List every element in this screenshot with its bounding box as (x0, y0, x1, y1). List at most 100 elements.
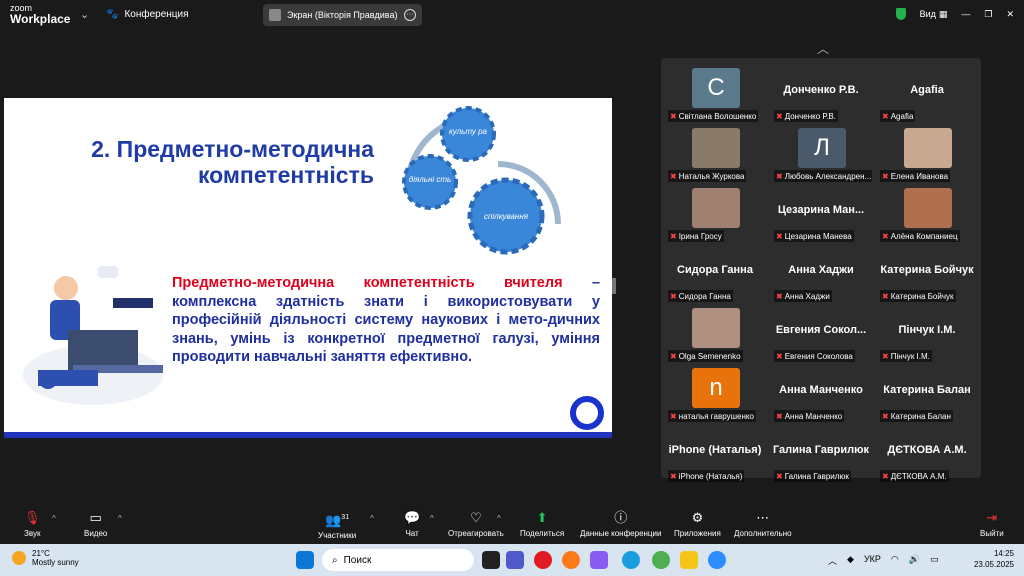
participant-tile[interactable]: Галина Гаврилюк ✖ Галина Гаврилюк (771, 422, 871, 482)
folder-icon[interactable] (680, 551, 698, 569)
participant-name-tag: ✖ Елена Иванова (880, 170, 951, 182)
participant-name: Катерина Бойчук (890, 291, 954, 301)
video-thumbnail (692, 308, 740, 348)
more-icon[interactable]: ··· (404, 9, 416, 21)
participant-tile[interactable]: Сидора Ганна ✖ Сидора Ганна (665, 242, 765, 302)
restore-icon[interactable]: ❐ (984, 9, 992, 20)
chevron-up-icon[interactable]: ︿ (817, 40, 829, 57)
mic-muted-icon: ✖ (776, 291, 783, 301)
copilot-icon[interactable] (590, 551, 608, 569)
participant-tile[interactable]: iPhone (Наталья) ✖ iPhone (Наталья) (665, 422, 765, 482)
screen-title: Экран (Вікторія Правдива) (287, 10, 398, 20)
video-thumbnail (692, 128, 740, 168)
participant-name-tag: ✖ Agafia (880, 110, 916, 122)
chevron-up-icon[interactable]: ^ (52, 514, 56, 523)
weather-widget[interactable]: 21°C Mostly sunny (12, 549, 79, 567)
more-icon: ⋯ (756, 510, 770, 525)
leave-button[interactable]: ⇥ Выйти (980, 510, 1004, 538)
chevron-up-icon[interactable]: ︿ (828, 554, 837, 567)
participant-tile[interactable]: ✖ Алёна Компаниец (877, 182, 977, 242)
tray-app-icon[interactable]: ◆ (847, 554, 854, 567)
participant-name-tag: ✖ Анна Манченко (774, 410, 845, 422)
chrome-icon[interactable] (652, 551, 670, 569)
audio-button[interactable]: 🎙 Звук (24, 510, 41, 538)
chevron-down-icon[interactable]: ⌄ (80, 8, 89, 21)
gear-label-communication: спілкування (484, 212, 529, 221)
clock[interactable]: 14:25 23.05.2025 (974, 548, 1014, 570)
task-view-icon[interactable] (482, 551, 500, 569)
search-label: Поиск (343, 554, 372, 566)
participant-tile[interactable]: ДЄТКОВА А.М. ✖ ДЄТКОВА А.М. (877, 422, 977, 482)
mic-muted-icon: ✖ (882, 231, 889, 241)
participant-tile[interactable]: ✖ Наталья Журкова (665, 122, 765, 182)
participant-name: Донченко Р.В. (784, 111, 836, 121)
opera-icon[interactable] (534, 551, 552, 569)
participant-tile[interactable]: Анна Хаджи ✖ Анна Хаджи (771, 242, 871, 302)
video-label: Видео (84, 529, 108, 538)
participant-tile[interactable]: n ✖ наталья гаврушенко (665, 362, 765, 422)
mic-muted-icon: ✖ (776, 231, 783, 241)
participant-tile[interactable]: Катерина Балан ✖ Катерина Балан (877, 362, 977, 422)
chevron-up-icon[interactable]: ^ (430, 514, 434, 523)
chevron-up-icon[interactable]: ^ (497, 514, 501, 523)
mic-muted-icon: ✖ (776, 111, 783, 121)
more-button[interactable]: ⋯ Дополнительно (734, 510, 792, 538)
video-thumbnail (904, 188, 952, 228)
participant-tile[interactable]: ✖ Olga Semenenko (665, 302, 765, 362)
participant-tile[interactable]: Донченко Р.В. ✖ Донченко Р.В. (771, 62, 871, 122)
participant-name-tag: ✖ Olga Semenenko (668, 350, 743, 362)
participant-name-tag: ✖ Алёна Компаниец (880, 230, 960, 242)
zoom-icon[interactable] (708, 551, 726, 569)
share-button[interactable]: ⬆ Поделиться (520, 510, 564, 538)
participant-name: ДЄТКОВА А.М. (890, 471, 947, 481)
shield-icon[interactable] (895, 8, 906, 20)
brand-big: Workplace (10, 12, 71, 26)
participant-tile[interactable]: Евгения Сокол... ✖ Евгения Соколова (771, 302, 871, 362)
paw-icon: 🐾 (106, 9, 119, 20)
chat-button[interactable]: 💬 Чат (404, 510, 420, 538)
participant-tile[interactable]: Катерина Бойчук ✖ Катерина Бойчук (877, 242, 977, 302)
battery-icon[interactable]: ▭ (930, 554, 939, 567)
participant-tile[interactable]: С ✖ Світлана Волошенко (665, 62, 765, 122)
participant-display-name: Евгения Сокол... (775, 324, 867, 336)
video-button[interactable]: ▭ Видео (84, 510, 107, 538)
firefox-icon[interactable] (562, 551, 580, 569)
exit-icon: ⇥ (986, 510, 998, 525)
screen-share-pill[interactable]: Экран (Вікторія Правдива) ··· (263, 4, 422, 26)
clock-time: 14:25 (993, 549, 1014, 558)
chevron-up-icon[interactable]: ^ (118, 514, 122, 523)
teams-icon[interactable] (506, 551, 524, 569)
participants-button[interactable]: 👥31 Участники (318, 510, 356, 540)
language-indicator[interactable]: УКР (864, 554, 881, 567)
minimize-icon[interactable]: — (961, 9, 970, 19)
taskbar-search[interactable]: ⌕ Поиск (322, 549, 474, 571)
participant-name: наталья гаврушенко (678, 411, 754, 421)
participant-tile[interactable]: ✖ Ірина Гросу (665, 182, 765, 242)
participant-tile[interactable]: ✖ Елена Иванова (877, 122, 977, 182)
react-label: Отреагировать (448, 529, 504, 538)
view-button[interactable]: Вид ▦ (920, 9, 948, 20)
participant-tile[interactable]: Agafia ✖ Agafia (877, 62, 977, 122)
apps-button[interactable]: ⚙ Приложения (674, 510, 721, 538)
wifi-icon[interactable]: ◠ (891, 554, 899, 567)
edge-icon[interactable] (622, 551, 640, 569)
react-button[interactable]: ♡ Отреагировать (448, 510, 504, 538)
meeting-info-button[interactable]: ⓘ Данные конференции (580, 510, 661, 538)
close-icon[interactable]: ✕ (1006, 9, 1014, 20)
participant-tile[interactable]: Цезарина Ман... ✖ Цезарина Манева (771, 182, 871, 242)
participant-name-tag: ✖ Світлана Волошенко (668, 110, 759, 122)
conference-menu[interactable]: 🐾 Конференция (106, 9, 189, 20)
participant-tile[interactable]: Пінчук І.М. ✖ Пінчук І.М. (877, 302, 977, 362)
avatar: Л (798, 128, 846, 168)
windows-start-icon[interactable] (296, 551, 314, 569)
mic-muted-icon: ✖ (670, 411, 677, 421)
chevron-up-icon[interactable]: ^ (370, 514, 374, 523)
avatar: С (692, 68, 740, 108)
participant-name: Пінчук І.М. (890, 351, 930, 361)
participant-tile[interactable]: Л ✖ Любовь Александрен... (771, 122, 872, 182)
participant-tile[interactable]: Анна Манченко ✖ Анна Манченко (771, 362, 871, 422)
splitter-handle[interactable] (612, 278, 616, 294)
participant-display-name: Катерина Балан (883, 384, 971, 396)
participant-display-name: Галина Гаврилюк (772, 444, 870, 456)
volume-icon[interactable]: 🔊 (909, 554, 920, 567)
